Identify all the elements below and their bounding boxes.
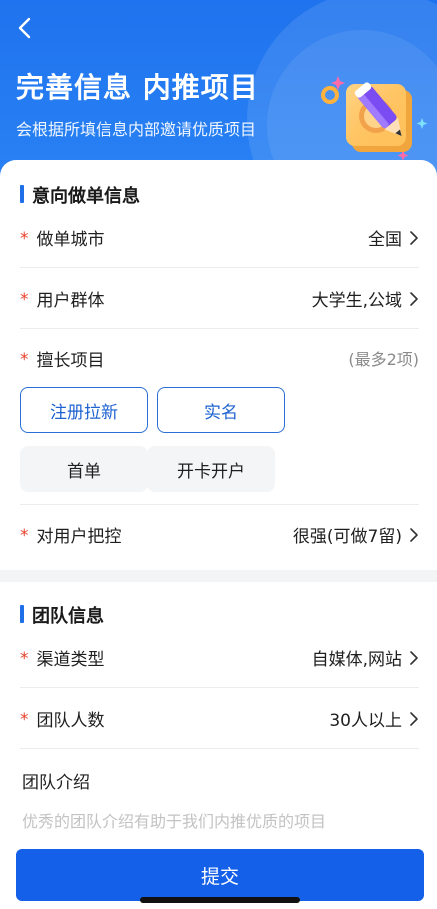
chevron-right-icon	[410, 230, 418, 245]
chevron-right-icon	[410, 527, 418, 542]
skills-row: * 擅长项目 (最多2项)	[20, 328, 419, 388]
skill-chip-register[interactable]: 注册拉新	[20, 387, 148, 433]
intent-info-card: 意向做单信息 * 做单城市 全国 * 用户群体 大学生,公域 * 擅长项目 (最…	[0, 160, 437, 570]
skill-chip-first-order[interactable]: 首单	[20, 446, 148, 492]
user-group-label: 用户群体	[36, 291, 105, 311]
user-group-value: 大学生,公域	[311, 291, 402, 311]
city-label: 做单城市	[36, 230, 105, 250]
channel-type-value: 自媒体,网站	[311, 650, 402, 670]
page-subtitle: 会根据所填信息内部邀请优质项目	[16, 120, 257, 139]
home-indicator[interactable]	[140, 897, 300, 903]
required-mark: *	[20, 526, 29, 546]
skill-chip-realname[interactable]: 实名	[157, 387, 285, 433]
team-size-label: 团队人数	[36, 711, 105, 731]
required-mark: *	[20, 710, 29, 730]
skill-chip-open-card[interactable]: 开卡开户	[147, 446, 275, 492]
team-size-value: 30人以上	[329, 711, 402, 731]
required-mark: *	[20, 290, 29, 310]
team-intro-label: 团队介绍	[22, 773, 90, 793]
required-mark: *	[20, 349, 29, 370]
chevron-right-icon	[410, 650, 418, 665]
page-title: 完善信息 内推项目	[16, 71, 259, 104]
user-control-value: 很强(可做7留)	[292, 527, 402, 547]
section-title-intent: 意向做单信息	[20, 182, 140, 208]
skills-label: 擅长项目	[36, 350, 105, 371]
city-value: 全国	[368, 230, 402, 250]
team-size-row[interactable]: * 团队人数 30人以上	[20, 689, 419, 749]
required-mark: *	[20, 229, 29, 249]
team-intro-input[interactable]: 优秀的团队介绍有助于我们内推优质的项目	[22, 808, 326, 832]
notebook-pencil-illustration-icon	[321, 76, 428, 161]
user-control-row[interactable]: * 对用户把控 很强(可做7留)	[20, 504, 419, 564]
user-control-label: 对用户把控	[36, 527, 122, 547]
skills-limit-hint: (最多2项)	[348, 350, 419, 369]
user-group-row[interactable]: * 用户群体 大学生,公域	[20, 269, 419, 329]
chevron-right-icon	[410, 291, 418, 306]
section-title-team: 团队信息	[20, 602, 104, 628]
channel-type-row[interactable]: * 渠道类型 自媒体,网站	[20, 628, 419, 688]
channel-type-label: 渠道类型	[36, 650, 105, 670]
required-mark: *	[20, 649, 29, 669]
chevron-right-icon	[410, 711, 418, 726]
submit-button[interactable]: 提交	[16, 849, 424, 901]
city-row[interactable]: * 做单城市 全国	[20, 208, 419, 268]
back-arrow-icon[interactable]	[14, 16, 36, 40]
